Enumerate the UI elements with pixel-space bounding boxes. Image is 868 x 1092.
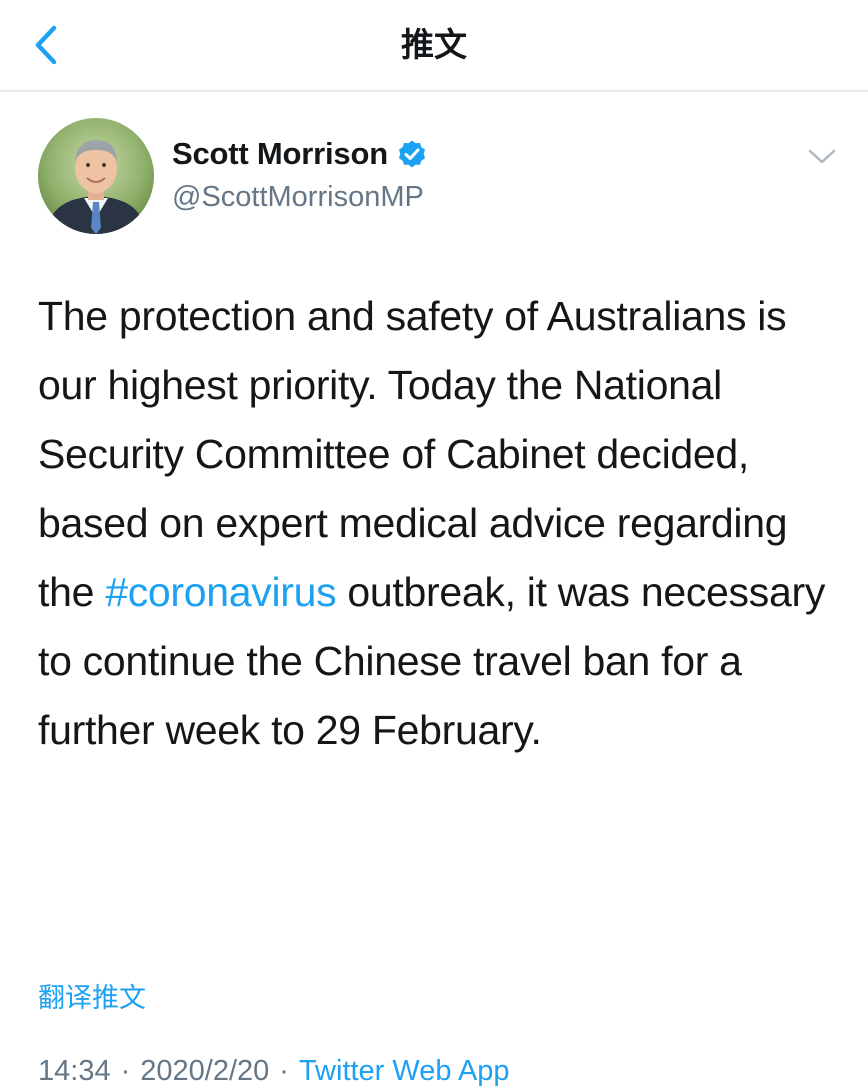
separator: · [279, 1055, 289, 1087]
more-options-button[interactable] [806, 146, 838, 168]
separator: · [120, 1055, 131, 1087]
tweet-metadata: 14:34 · 2020/2/20 · Twitter Web App [38, 1050, 510, 1092]
tweet-date: 2020/2/20 [140, 1055, 270, 1087]
author-name[interactable]: Scott Morrison [172, 136, 388, 172]
tweet-source-link[interactable]: Twitter Web App [299, 1055, 510, 1087]
verified-badge-icon [396, 138, 428, 170]
author-name-row[interactable]: Scott Morrison [172, 133, 428, 175]
hashtag-link[interactable]: #coronavirus [105, 569, 336, 615]
avatar[interactable] [38, 118, 154, 234]
avatar-image [38, 118, 154, 234]
tweet-text: The protection and safety of Australians… [38, 282, 838, 765]
page-title: 推文 [401, 26, 467, 63]
author-handle[interactable]: @ScottMorrisonMP [172, 178, 424, 216]
tweet-text-before: The protection and safety of Australians… [38, 293, 788, 615]
translate-tweet-link[interactable]: 翻译推文 [38, 978, 146, 1018]
chevron-down-icon [808, 149, 836, 164]
tweet-detail-screen: 推文 Scott Morrison @ScottMorrisonMP The p… [0, 0, 868, 1092]
tweet-time: 14:34 [38, 1055, 111, 1087]
top-bar: 推文 [0, 0, 868, 92]
